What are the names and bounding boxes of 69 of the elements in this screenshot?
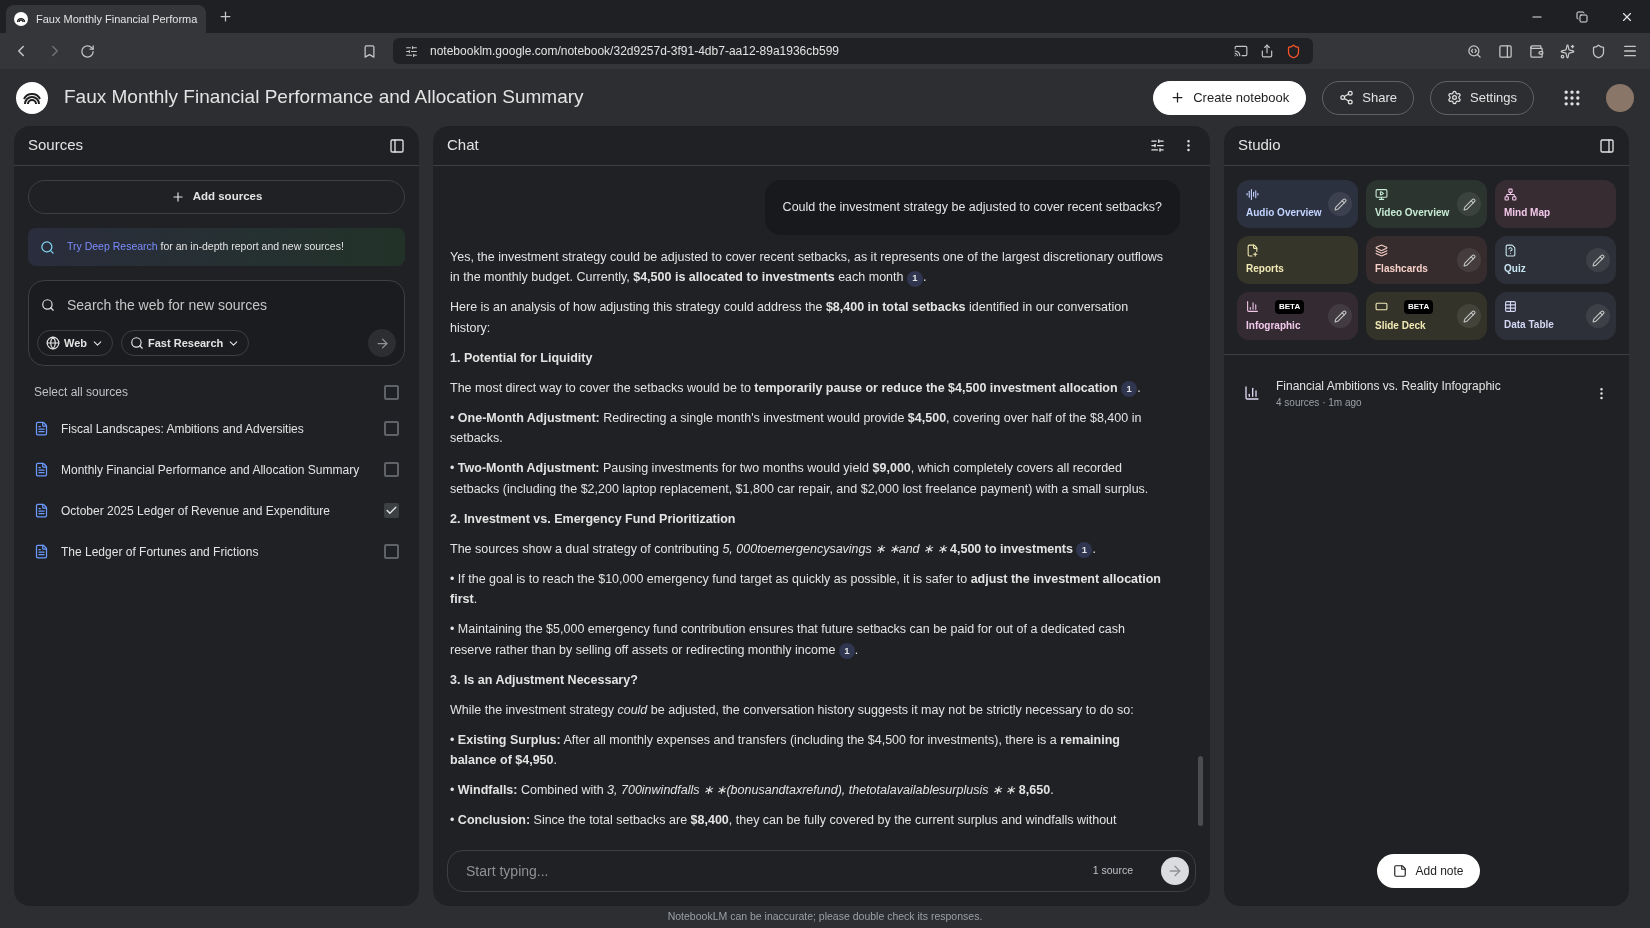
response-paragraph: Yes, the investment strategy could be adjusted to cover recent setbacks, as it represents one of the largest discretionary outflows in the monthly budget. Currently, $4,500 is allocated to investments each month 1 . bbox=[450, 248, 1165, 288]
response-paragraph: The sources show a dual strategy of contributing 5, 000toemergencysavings ∗ ∗and ∗ ∗ 4,500 to investments 1 . bbox=[450, 540, 1096, 560]
studio-tile[interactable]: BETA Slide Deck bbox=[1366, 292, 1487, 340]
response-paragraph: • Existing Surplus: After all monthly expenses and transfers (including the $4,500 for investments), there is a remaining balance of $4,950. bbox=[450, 731, 1121, 770]
browser-tab[interactable]: Faux Monthly Financial Performa bbox=[6, 5, 206, 33]
citation-chip[interactable]: 1 bbox=[1121, 381, 1138, 397]
response-paragraph: • One-Month Adjustment: Redirecting a single month's investment would provide $4,500, covering over half of the $8,400 in setbacks. bbox=[450, 409, 1143, 448]
source-title: The Ledger of Fortunes and Frictions bbox=[61, 543, 260, 561]
response-paragraph: • Windfalls: Combined with 3, 700inwindfalls ∗ ∗(bonusandtaxrefund), thetotalavailablesurplusis ∗ ∗ 8,650. bbox=[450, 782, 1054, 800]
tile-label: Quiz bbox=[1504, 262, 1527, 276]
tile-label: Slide Deck bbox=[1375, 318, 1427, 333]
response-paragraph: The most direct way to cover the setbacks would be to temporarily pause or reduce the $4,500 investment allocation 1 . bbox=[450, 379, 1141, 399]
source-item[interactable]: Fiscal Landscapes: Ambitions and Adversities bbox=[34, 408, 399, 449]
source-item[interactable]: The Ledger of Fortunes and Frictions bbox=[34, 531, 399, 572]
note-item[interactable]: Financial Ambitions vs. Reality Infographic 4 sources · 1m ago bbox=[1244, 373, 1609, 413]
panel-title: Studio bbox=[1238, 135, 1281, 156]
beta-badge: BETA bbox=[1404, 299, 1434, 314]
response-paragraph: Here is an analysis of how adjusting this strategy could address the $8,400 in total setbacks identified in our conversation history: bbox=[450, 299, 1130, 337]
user-message: Could the investment strategy be adjusted to cover recent setbacks? bbox=[764, 180, 1180, 235]
tile-label: Mind Map bbox=[1504, 206, 1552, 220]
studio-tile[interactable]: Video Overview bbox=[1366, 180, 1487, 228]
beta-badge: BETA bbox=[1275, 299, 1305, 314]
studio-tile[interactable]: BETA Infographic bbox=[1237, 292, 1358, 340]
note-title: Financial Ambitions vs. Reality Infographic bbox=[1276, 377, 1502, 395]
source-title: October 2025 Ledger of Revenue and Expenditure bbox=[61, 502, 331, 520]
source-count: 1 source bbox=[1092, 863, 1133, 879]
response-paragraph: While the investment strategy could be adjusted, the conversation history suggests it may not be strictly necessary to do so: bbox=[450, 701, 1134, 719]
studio-tile[interactable]: Audio Overview bbox=[1237, 180, 1358, 228]
message-field[interactable]: Start typing... bbox=[466, 860, 1081, 882]
url-text: notebooklm.google.com/notebook/32d9257d-3f91-4db7-aa12-89a1936cb599 bbox=[430, 43, 840, 60]
deep-research-link[interactable]: Try Deep Research bbox=[67, 240, 158, 253]
banner-text: Try Deep Research for an in-depth report and new sources! bbox=[67, 239, 344, 255]
tile-label: Audio Overview bbox=[1246, 206, 1323, 220]
response-heading: 3. Is an Adjustment Necessary? bbox=[450, 671, 639, 689]
note-meta: 4 sources · 1m ago bbox=[1276, 395, 1363, 410]
response-heading: 2. Investment vs. Emergency Fund Prioritization bbox=[450, 510, 737, 528]
tab-title: Faux Monthly Financial Performa bbox=[36, 11, 198, 27]
studio-tile[interactable]: Flashcards bbox=[1366, 236, 1487, 284]
response-paragraph: • Maintaining the $5,000 emergency fund contribution ensures that future setbacks can be paid for out of a dedicated cash reserve rather than by selling off assets or redirecting monthly income 1 . bbox=[450, 621, 1126, 661]
add-note-button[interactable]: Add note bbox=[1377, 854, 1480, 888]
chat-input[interactable]: Start typing... 1 source bbox=[447, 850, 1196, 892]
citation-chip[interactable]: 1 bbox=[838, 643, 855, 659]
studio-tile[interactable]: Quiz bbox=[1495, 236, 1616, 284]
address-bar[interactable]: notebooklm.google.com/notebook/32d9257d-3f91-4db7-aa12-89a1936cb599 bbox=[393, 38, 1313, 64]
response-paragraph: • Two-Month Adjustment: Pausing investments for two months would yield $9,000, which completely covers all recorded setbacks (including the $2,200 laptop replacement, $1,800 car repair, and $2,000 lost freelance payment) with a small surplus. bbox=[450, 460, 1150, 498]
response-paragraph: • Conclusion: Since the total setbacks are $8,400, they can be fully covered by the current surplus and windfalls without bbox=[450, 812, 1117, 830]
create-button[interactable]: Create notebook bbox=[1153, 80, 1307, 115]
source-title: Fiscal Landscapes: Ambitions and Adversities bbox=[61, 420, 305, 438]
search-field[interactable]: Search the web for new sources bbox=[67, 294, 392, 316]
response-heading: 1. Potential for Liquidity bbox=[450, 349, 594, 367]
citation-chip[interactable]: 1 bbox=[1076, 542, 1093, 558]
select-all-label: Select all sources bbox=[34, 384, 129, 401]
tile-label: Flashcards bbox=[1375, 262, 1429, 276]
citation-chip[interactable]: 1 bbox=[906, 270, 923, 287]
tile-label: Reports bbox=[1246, 262, 1285, 276]
studio-tile[interactable]: Data Table bbox=[1495, 292, 1616, 340]
tile-label: Infographic bbox=[1246, 318, 1302, 333]
disclaimer-text: NotebookLM can be inaccurate; please double check its responses. bbox=[667, 909, 983, 925]
panel-title: Chat bbox=[447, 135, 479, 156]
studio-tile[interactable]: Reports bbox=[1237, 236, 1358, 284]
tile-label: Video Overview bbox=[1375, 206, 1451, 220]
source-title: Monthly Financial Performance and Allocation Summary bbox=[61, 461, 361, 479]
response-paragraph: • If the goal is to reach the $10,000 emergency fund target as quickly as possible, it is safer to adjust the investment allocation first. bbox=[450, 570, 1162, 609]
studio-tile[interactable]: Mind Map bbox=[1495, 180, 1616, 228]
panel-title: Sources bbox=[28, 135, 84, 156]
source-item[interactable]: October 2025 Ledger of Revenue and Expenditure bbox=[34, 490, 399, 531]
tile-label: Data Table bbox=[1504, 318, 1555, 332]
source-item[interactable]: Monthly Financial Performance and Allocation Summary bbox=[34, 449, 399, 490]
notebook-title: Faux Monthly Financial Performance and Allocation Summary bbox=[64, 85, 585, 110]
